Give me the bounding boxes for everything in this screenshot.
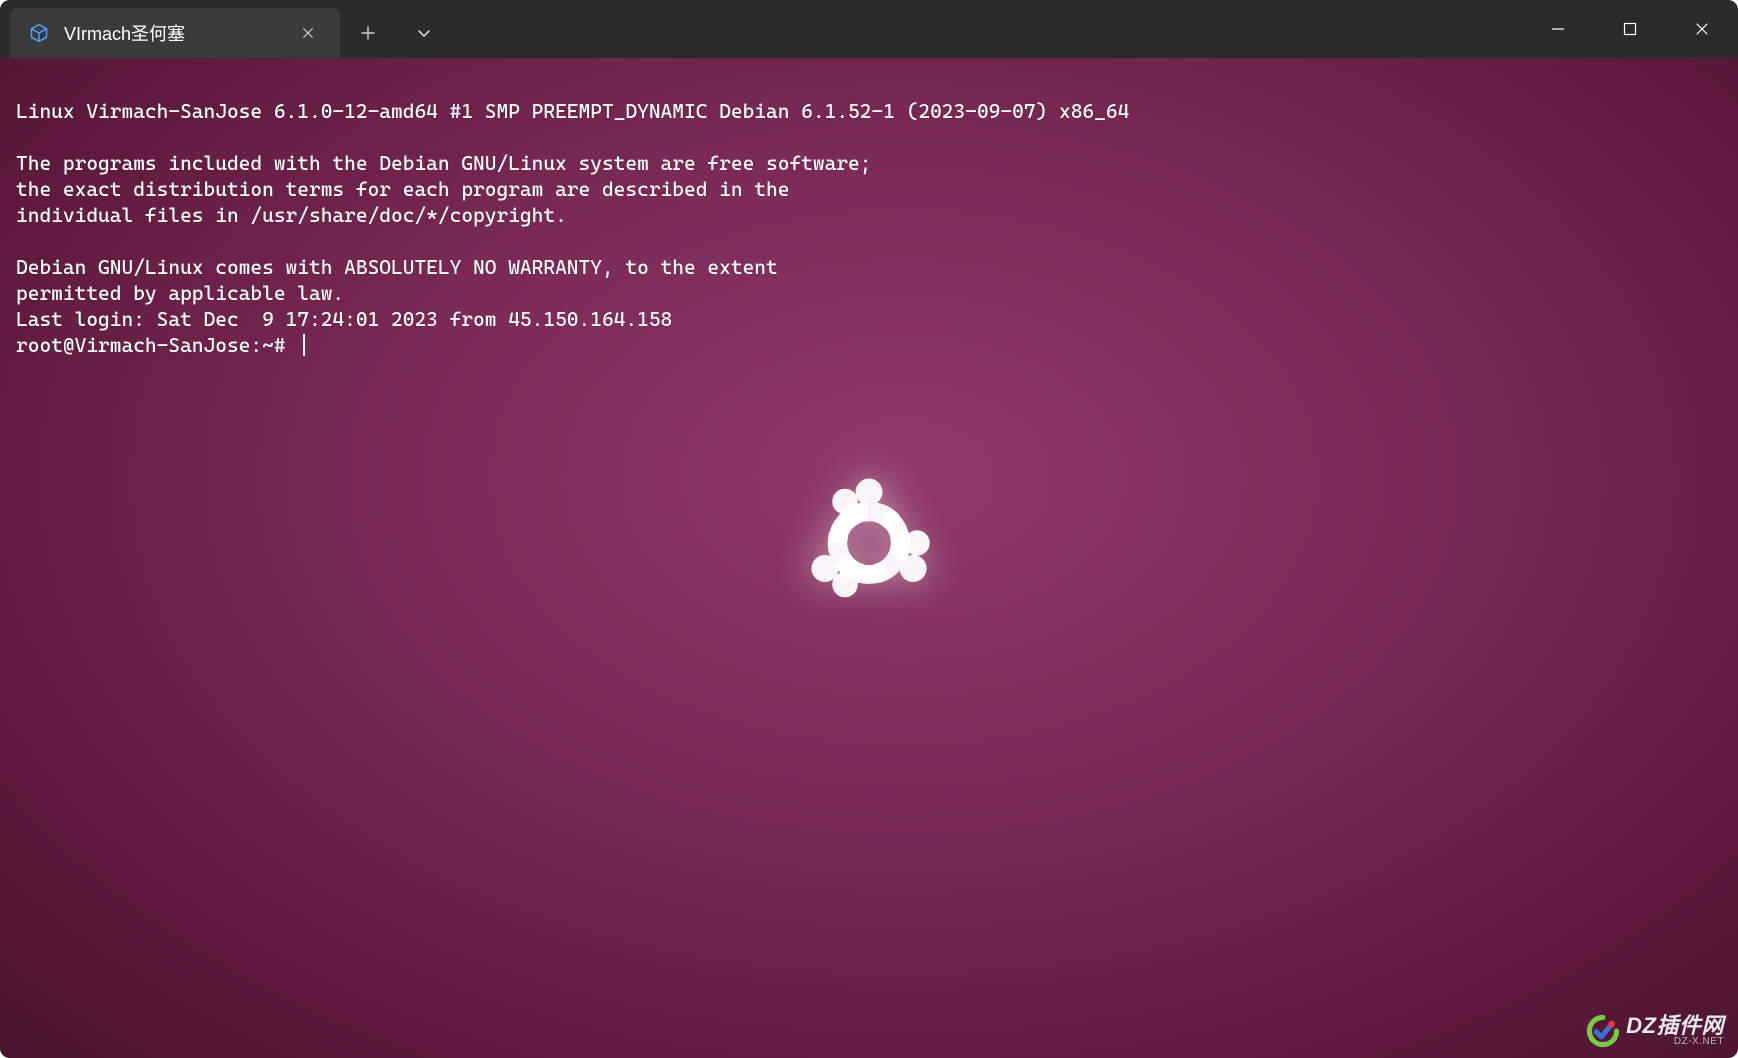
watermark: DZ插件网 DZ-X.NET (1586, 1014, 1724, 1048)
text-cursor (303, 334, 305, 356)
motd-line: The programs included with the Debian GN… (16, 151, 871, 175)
minimize-button[interactable] (1522, 0, 1594, 58)
shell-prompt: root@Virmach-SanJose:~# (16, 332, 297, 358)
ubuntu-logo-icon-overlay (794, 468, 944, 618)
motd-line: Linux Virmach-SanJose 6.1.0-12-amd64 #1 … (16, 99, 1129, 123)
terminal-window: VIrmach圣何塞 (0, 0, 1738, 1058)
watermark-logo-icon (1586, 1014, 1620, 1048)
maximize-button[interactable] (1594, 0, 1666, 58)
motd-line: individual files in /usr/share/doc/*/cop… (16, 203, 567, 227)
tab-title: VIrmach圣何塞 (64, 20, 185, 46)
window-controls (1522, 0, 1738, 58)
tab-dropdown-button[interactable] (396, 8, 452, 58)
motd-line: permitted by applicable law. (16, 281, 344, 305)
tab-strip: VIrmach圣何塞 (0, 0, 340, 58)
terminal-output: Linux Virmach-SanJose 6.1.0-12-amd64 #1 … (0, 58, 1738, 372)
cube-icon (28, 22, 50, 44)
watermark-subtext: DZ-X.NET (1674, 1037, 1724, 1047)
watermark-text: DZ插件网 (1626, 1015, 1724, 1037)
close-window-button[interactable] (1666, 0, 1738, 58)
titlebar-drag-region[interactable] (452, 0, 1522, 58)
close-tab-button[interactable] (294, 19, 322, 47)
motd-line: Last login: Sat Dec 9 17:24:01 2023 from… (16, 307, 672, 331)
motd-line: Debian GNU/Linux comes with ABSOLUTELY N… (16, 255, 778, 279)
new-tab-button[interactable] (340, 8, 396, 58)
tab-active[interactable]: VIrmach圣何塞 (10, 8, 340, 58)
motd-line: the exact distribution terms for each pr… (16, 177, 789, 201)
titlebar: VIrmach圣何塞 (0, 0, 1738, 58)
terminal-viewport[interactable]: Linux Virmach-SanJose 6.1.0-12-amd64 #1 … (0, 58, 1738, 1058)
